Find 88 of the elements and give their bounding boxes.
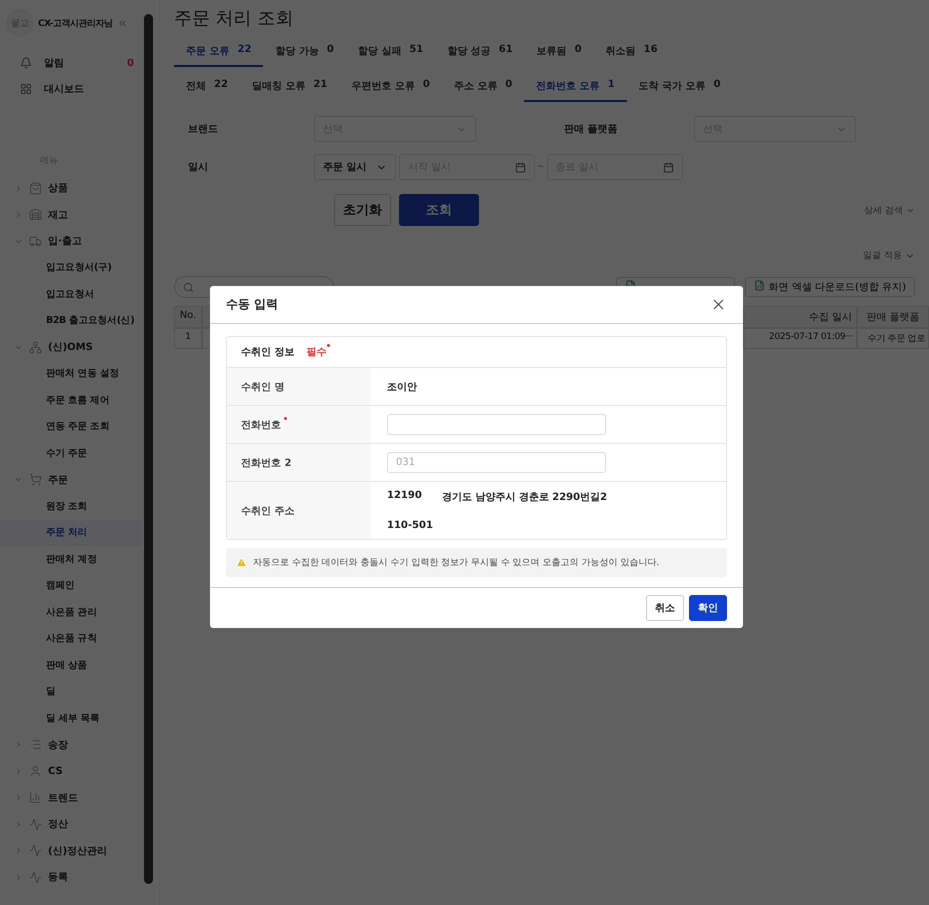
menu-group[interactable]: 정산 <box>0 811 142 838</box>
tab[interactable]: 주소 오류 0 <box>442 75 524 102</box>
menu-group[interactable]: 재고 <box>0 202 142 228</box>
menu-item[interactable]: 판매 상품 <box>0 652 142 678</box>
sidebar-item[interactable]: 대시보드 <box>0 76 142 102</box>
menu-item[interactable]: 사은품 관리 <box>0 599 142 626</box>
address-detail: 110-501 <box>387 520 434 531</box>
field-label: 전화번호 <box>241 418 287 432</box>
menu-item[interactable]: 딜 <box>0 678 142 705</box>
tab[interactable]: 전체 22 <box>174 75 240 102</box>
menu-item[interactable]: 사은품 규칙 <box>0 626 142 652</box>
menu-group[interactable]: 등록 <box>0 864 142 890</box>
menu-item[interactable]: 입고요청서 <box>0 281 142 308</box>
menu-item[interactable]: 판매처 연동 설정 <box>0 360 142 387</box>
sidebar-item[interactable]: 알림 0 <box>0 50 142 76</box>
menu-group-label: 등록 <box>48 871 68 884</box>
bulk-apply-dropdown[interactable]: 일괄 적용 <box>863 249 915 262</box>
sidebar-label: 대시보드 <box>44 83 84 96</box>
excel-download-button[interactable]: 화면 엑셀 다운로드(병합 유지) <box>744 277 915 297</box>
section-title: 수취인 정보 <box>241 346 294 359</box>
menu-item[interactable]: 딜 세부 목록 <box>0 705 142 732</box>
menu-item[interactable]: 수기 주문 <box>0 440 142 466</box>
menu-group-label: 정산 <box>48 818 68 832</box>
column-header: 수집 일시 <box>743 306 857 328</box>
search-button[interactable]: 조회 <box>399 194 479 226</box>
tab[interactable]: 취소됨 16 <box>594 40 670 67</box>
tab[interactable]: 보류됨 0 <box>524 40 594 67</box>
menu-group-label: 주문 <box>48 474 68 487</box>
range-separator: ~ <box>537 162 545 172</box>
tab[interactable]: 전화번호 오류 1 <box>524 75 627 102</box>
date-type-select[interactable]: 주문 일시 <box>314 154 396 180</box>
menu-group[interactable]: 송장 <box>0 732 142 758</box>
tab[interactable]: 할당 가능 0 <box>263 40 346 67</box>
column-header: No. <box>174 306 202 328</box>
menu-item[interactable]: 판매처 계정 <box>0 546 142 572</box>
menu-group[interactable]: 상품 <box>0 175 142 202</box>
menu-group[interactable]: 트렌드 <box>0 784 142 811</box>
table-cell: 수기 주문 업로 <box>857 328 929 349</box>
page-title: 주문 처리 조회 <box>174 7 294 30</box>
menu-group-label: 상품 <box>48 182 68 196</box>
address-text: 경기도 남양주시 경춘로 2290번길2 <box>442 491 608 504</box>
tab[interactable]: 할당 실패 51 <box>346 40 436 67</box>
menu-group-label: 입·출고 <box>48 235 82 248</box>
confirm-button[interactable]: 확인 <box>689 595 727 621</box>
dialog-title: 수동 입력 <box>226 296 278 313</box>
menu-group[interactable]: (신)정산관리 <box>0 838 142 864</box>
user-name: CX-고객시관리자님 <box>38 18 113 30</box>
menu-group[interactable]: 주문 <box>0 466 142 493</box>
postcode: 12190 <box>387 490 422 503</box>
detail-search-link[interactable]: 상세 검색 <box>864 204 915 216</box>
reset-button[interactable]: 초기화 <box>334 194 391 226</box>
tab[interactable]: 할당 성공 61 <box>435 40 525 67</box>
sidebar-label: 알림 <box>44 57 64 70</box>
filter-label: 판매 플랫폼 <box>563 123 618 136</box>
tab[interactable]: 딜매칭 오류 21 <box>240 75 340 102</box>
menu-group[interactable]: 입·출고 <box>0 228 142 254</box>
menu-group-label: (신)OMS <box>48 341 93 354</box>
menu-group[interactable]: (신)OMS <box>0 334 142 360</box>
menu-group-label: CS <box>48 766 63 777</box>
menu-item[interactable]: 캠페인 <box>0 572 142 599</box>
menu-item[interactable]: 연동 주문 조회 <box>0 414 142 440</box>
table-cell: 1 <box>174 328 202 349</box>
warning-text: 자동으로 수집한 데이터와 충돌시 수기 입력한 정보가 무시될 수 있으며 오출고의 가능성이 있습니다. <box>253 557 660 569</box>
menu-group-label: 재고 <box>48 208 68 222</box>
tab[interactable]: 주문 오류 22 <box>174 40 264 67</box>
tab[interactable]: 우편번호 오류 0 <box>339 75 442 102</box>
menu-group[interactable]: CS <box>0 758 142 784</box>
input-field[interactable]: 031 <box>387 452 606 473</box>
field-label: 전화번호 2 <box>241 456 292 470</box>
menu-group-label: 트렌드 <box>48 792 78 805</box>
menu-item[interactable]: 주문 처리 <box>0 520 142 546</box>
field-value: 조이안 <box>387 380 418 394</box>
menu-group-label: (신)정산관리 <box>48 844 108 858</box>
menu-group-label: 송장 <box>48 738 68 752</box>
field-label: 수취인 주소 <box>241 504 296 518</box>
filter-label: 브랜드 <box>187 123 219 136</box>
tab[interactable]: 도착 국가 오류 0 <box>626 75 733 102</box>
field-label: 수취인 명 <box>241 380 286 394</box>
cancel-button[interactable]: 취소 <box>646 595 684 621</box>
menu-item[interactable]: B2B 출고요청서(신) <box>0 308 142 334</box>
table-cell: 2025-07-17 01:09··· <box>743 328 857 349</box>
column-header: 판매 플랫폼 <box>857 306 929 328</box>
menu-item[interactable]: 주문 흐름 제어 <box>0 387 142 414</box>
menu-item[interactable]: 입고요청서(구) <box>0 254 142 281</box>
notification-count: 0 <box>127 58 134 68</box>
menu-item[interactable]: 원장 조회 <box>0 493 142 520</box>
required-label: 필수 <box>306 345 330 359</box>
filter-label: 일시 <box>187 161 209 174</box>
